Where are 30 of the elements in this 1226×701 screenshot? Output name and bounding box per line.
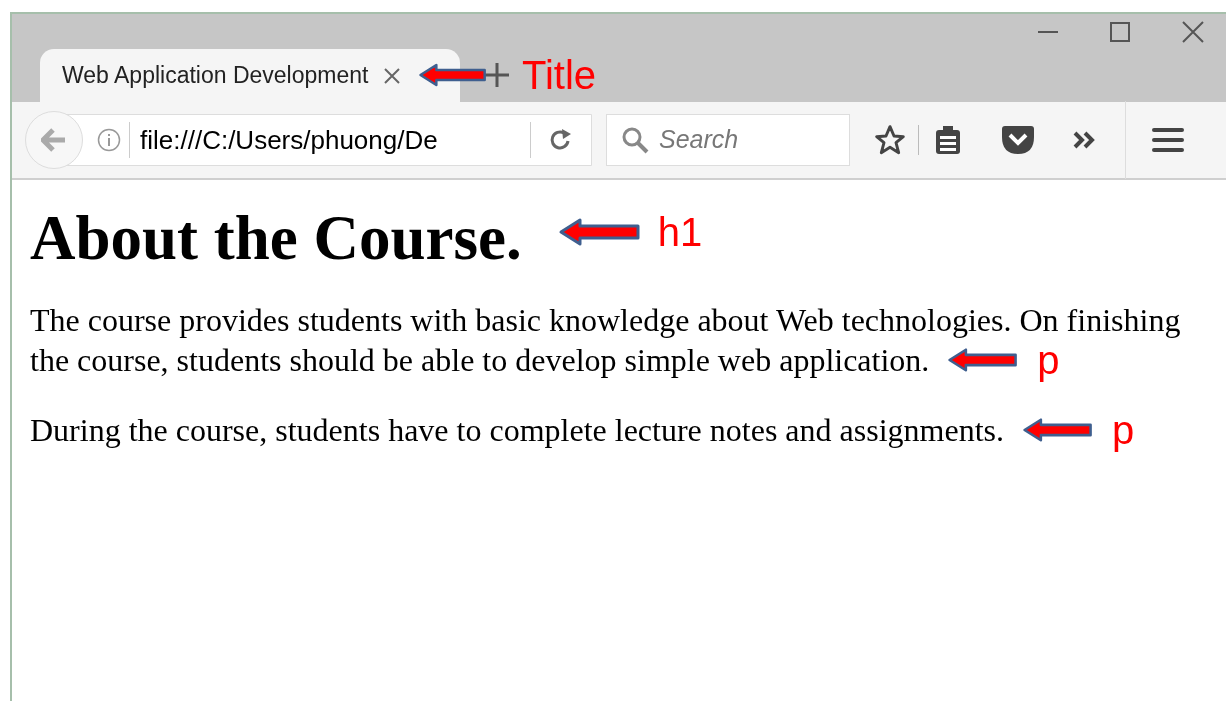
browser-tab[interactable]: Web Application Development [40, 49, 460, 102]
tab-title: Web Application Development [62, 61, 369, 91]
annotation-label: p [1111, 410, 1135, 450]
search-field[interactable]: Search [606, 114, 850, 166]
paragraph-line: the course, students should be able to develop simple web application. [30, 341, 930, 380]
new-tab-icon[interactable] [484, 62, 510, 88]
reload-icon[interactable] [549, 128, 573, 152]
annotation-label: h1 [657, 212, 703, 252]
annotation-label: p [1037, 340, 1060, 380]
star-icon[interactable] [874, 124, 906, 156]
clipboard-icon[interactable] [935, 125, 961, 155]
page-heading: About the Course. [30, 202, 522, 275]
paragraph-line: The course provides students with basic knowledge about Web technologies. On finishing [30, 301, 1181, 340]
close-icon[interactable] [1182, 20, 1204, 43]
close-tab-icon[interactable] [384, 67, 401, 84]
menu-icon[interactable] [1152, 127, 1184, 153]
shield-icon[interactable] [1001, 125, 1035, 155]
chevrons-icon[interactable] [1073, 130, 1097, 150]
info-icon[interactable] [97, 128, 121, 152]
search-icon [621, 126, 649, 154]
address-text: file:///C:/Users/phuong/De [140, 123, 438, 157]
arrow-icon [557, 217, 642, 247]
annotation-label: Title [522, 55, 597, 95]
maximize-icon[interactable] [1110, 21, 1130, 42]
search-input[interactable]: Search [659, 121, 829, 159]
back-arrow-icon [41, 128, 67, 152]
arrow-icon [1021, 415, 1094, 445]
paragraph-line: During the course, students have to complete lecture notes and assignments. [30, 411, 1004, 450]
address-bar[interactable]: file:///C:/Users/phuong/De [26, 114, 592, 166]
arrow-icon [947, 345, 1020, 375]
